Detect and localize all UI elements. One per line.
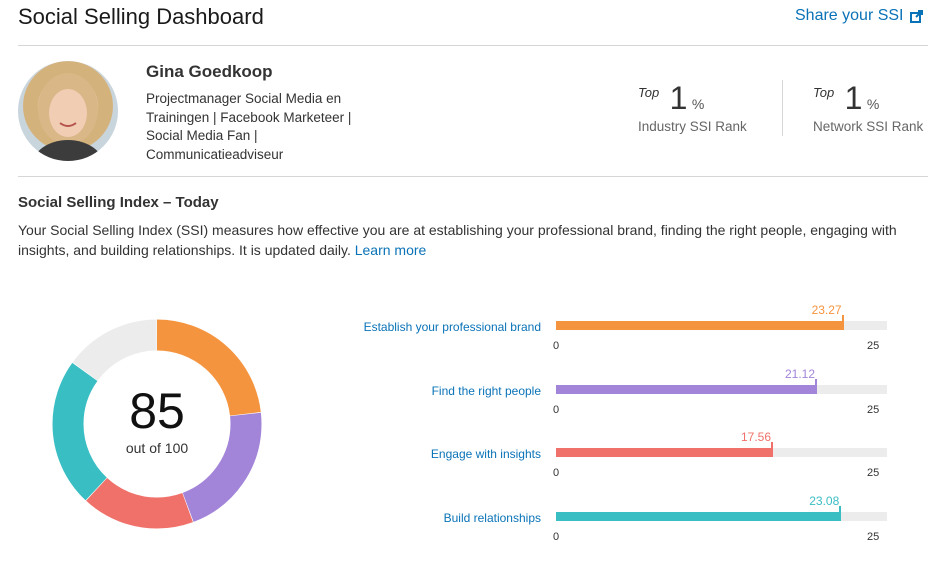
learn-more-link[interactable]: Learn more <box>355 242 427 258</box>
bar-fill <box>556 512 842 521</box>
page-title: Social Selling Dashboard <box>18 4 264 29</box>
share-ssi-label: Share your SSI <box>795 7 904 24</box>
bar-category-label[interactable]: Engage with insights <box>321 447 541 461</box>
profile-headline: Projectmanager Social Media en Traininge… <box>146 90 376 164</box>
profile-name[interactable]: Gina Goedkoop <box>146 62 273 82</box>
ssi-score: 85 <box>129 383 185 439</box>
bar-track <box>556 506 887 521</box>
bar-value-label: 23.08 <box>809 494 840 508</box>
bar-value-label: 23.27 <box>811 303 842 317</box>
header-divider <box>18 45 928 46</box>
bar-fill <box>556 448 774 457</box>
axis-min-tick: 0 <box>553 531 560 543</box>
bar-value-marker <box>771 442 774 457</box>
rank-top-label: Top <box>638 85 660 100</box>
bar-category-label[interactable]: Build relationships <box>321 511 541 525</box>
ssi-description-text: Your Social Selling Index (SSI) measures… <box>18 222 897 258</box>
ssi-score-caption: out of 100 <box>125 440 189 456</box>
industry-rank: Top 1 % <box>638 80 704 117</box>
bar-fill <box>556 321 844 330</box>
share-ssi-link[interactable]: Share your SSI <box>795 7 923 25</box>
bar-track <box>556 442 887 457</box>
rank-divider <box>782 80 783 136</box>
bar-value-label: 21.12 <box>785 367 816 381</box>
bar-track <box>556 379 887 394</box>
bar-value-marker <box>815 379 818 394</box>
headline-line: Social Media Fan | <box>146 128 258 143</box>
axis-max-tick: 25 <box>867 531 880 543</box>
rank-unit: % <box>691 96 705 112</box>
bar-value-marker <box>839 506 842 521</box>
axis-max-tick: 25 <box>867 467 880 479</box>
headline-line: Projectmanager Social Media en <box>146 91 342 106</box>
rank-unit: % <box>866 96 880 112</box>
axis-max-tick: 25 <box>867 404 880 416</box>
bar-value-marker <box>841 315 844 330</box>
headline-line: Trainingen | Facebook Marketeer | <box>146 109 352 125</box>
axis-min-tick: 0 <box>553 340 560 352</box>
bar-value-label: 17.56 <box>741 430 772 444</box>
axis-min-tick: 0 <box>553 404 560 416</box>
industry-rank-label: Industry SSI Rank <box>638 119 747 134</box>
profile-divider <box>18 176 928 177</box>
bar-fill <box>556 385 818 394</box>
ssi-section-title: Social Selling Index – Today <box>18 194 219 211</box>
network-rank-label: Network SSI Rank <box>813 119 924 134</box>
avatar <box>18 61 118 161</box>
rank-value: 1 <box>844 80 863 116</box>
bar-category-label[interactable]: Find the right people <box>321 384 541 398</box>
profile-photo-icon <box>32 73 104 161</box>
external-link-icon <box>909 9 923 23</box>
bar-category-label[interactable]: Establish your professional brand <box>321 320 541 334</box>
bar-track <box>556 315 887 330</box>
axis-min-tick: 0 <box>553 467 560 479</box>
ssi-description: Your Social Selling Index (SSI) measures… <box>18 220 928 260</box>
network-rank: Top 1 % <box>813 80 879 117</box>
rank-top-label: Top <box>813 85 835 100</box>
headline-line: Communicatieadviseur <box>146 146 284 162</box>
rank-value: 1 <box>669 80 688 116</box>
axis-max-tick: 25 <box>867 340 880 352</box>
